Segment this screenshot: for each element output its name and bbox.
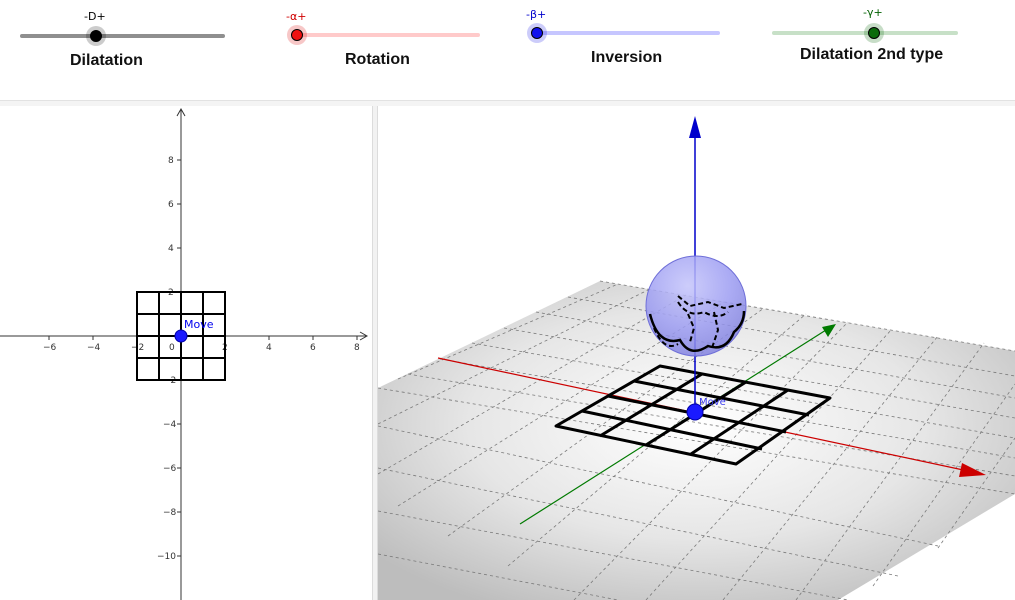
graphics-view-3d[interactable]: Move xyxy=(378,106,1015,600)
slider-dilatation[interactable]: -D+ Dilatation xyxy=(20,8,230,78)
graphics-2d-canvas[interactable]: −6 −4 −2 0 2 4 6 8 2 4 6 8 −2 −4 −6 −8 −… xyxy=(0,106,372,600)
slider-name: Dilatation xyxy=(70,52,143,69)
y-tick-label: −4 xyxy=(163,420,177,430)
slider-track[interactable] xyxy=(20,34,225,38)
slider-track[interactable] xyxy=(292,33,480,37)
move-point[interactable] xyxy=(174,329,188,343)
slider-dilatation-2nd-type[interactable]: -γ+ Dilatation 2nd type xyxy=(772,4,982,74)
graphics-view-2d[interactable]: −6 −4 −2 0 2 4 6 8 2 4 6 8 −2 −4 −6 −8 −… xyxy=(0,106,372,600)
x-tick-label: 8 xyxy=(354,343,360,353)
slider-panel: -D+ Dilatation -α+ Rotation -β+ Inversio… xyxy=(0,0,1015,100)
x-tick-label: −4 xyxy=(87,343,101,353)
x-tick-label: 4 xyxy=(266,343,272,353)
y-tick-label: −8 xyxy=(163,508,177,518)
slider-name: Inversion xyxy=(591,49,663,66)
y-tick-label: −10 xyxy=(157,552,176,562)
graphics-3d-canvas[interactable]: Move xyxy=(378,106,1015,600)
slider-name: Rotation xyxy=(345,51,410,68)
x-tick-label: 6 xyxy=(310,343,316,353)
slider-rotation[interactable]: -α+ Rotation xyxy=(286,8,488,78)
y-tick-label: 4 xyxy=(168,244,174,254)
slider-range-label: -γ+ xyxy=(863,6,883,19)
y-tick-label: 6 xyxy=(168,200,174,210)
x-tick-label: 0 xyxy=(169,343,175,353)
slider-knob[interactable] xyxy=(868,27,880,39)
y-tick-label: 8 xyxy=(168,156,174,166)
x-tick-label: −6 xyxy=(43,343,57,353)
slider-knob[interactable] xyxy=(90,30,102,42)
slider-name: Dilatation 2nd type xyxy=(800,46,944,63)
z-axis-arrow-3d xyxy=(689,116,701,138)
move-point-label: Move xyxy=(184,318,214,331)
slider-range-label: -α+ xyxy=(286,10,307,23)
slider-knob[interactable] xyxy=(531,27,543,39)
slider-range-label: -β+ xyxy=(526,8,547,21)
slider-range-label: -D+ xyxy=(84,10,106,23)
move-point-3d-label: Move xyxy=(699,397,726,408)
slider-knob[interactable] xyxy=(291,29,303,41)
slider-track[interactable] xyxy=(531,31,720,35)
y-tick-label: −6 xyxy=(163,464,177,474)
slider-inversion[interactable]: -β+ Inversion xyxy=(526,6,727,76)
